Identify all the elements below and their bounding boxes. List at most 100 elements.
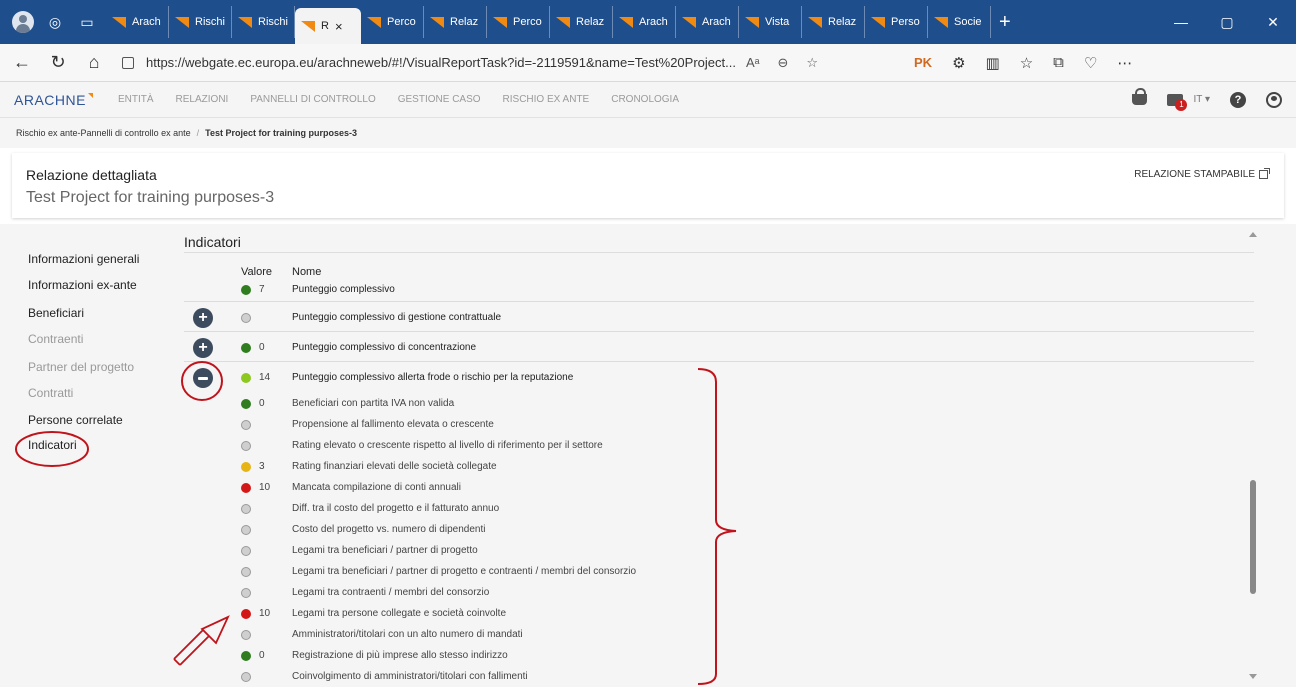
back-button[interactable]: ←: [8, 49, 36, 77]
language-select[interactable]: IT ▾: [1193, 94, 1210, 105]
browser-tab[interactable]: Arach: [613, 6, 676, 38]
indicator-row: 10 Legami tra persone collegate e società…: [172, 604, 1268, 624]
browser-profile-icon[interactable]: [12, 11, 34, 33]
new-tab-button[interactable]: +: [999, 11, 1011, 34]
browser-tab[interactable]: R ×: [295, 8, 361, 44]
scroll-down-icon[interactable]: [1249, 674, 1257, 679]
lock-icon: [122, 56, 134, 69]
extension-pk-icon[interactable]: PK: [914, 55, 932, 70]
indicators-panel: Indicatori Valore Nome 7 Punteggio comple…: [172, 224, 1268, 687]
health-icon[interactable]: ♡: [1084, 54, 1097, 72]
external-link-icon: [1259, 168, 1270, 179]
nav-item[interactable]: CRONOLOGIA: [611, 94, 679, 105]
browser-tab-label: Relaz: [828, 16, 857, 28]
indicator-name: Legami tra beneficiari / partner di prog…: [292, 566, 637, 577]
browser-tab[interactable]: Relaz: [424, 6, 487, 38]
arachne-favicon-icon: [301, 20, 315, 32]
nav-item[interactable]: ENTITÀ: [118, 94, 154, 105]
indicator-row[interactable]: 14 Punteggio complessivo allerta frode o …: [172, 364, 1268, 392]
collections-icon[interactable]: ⧉: [1053, 54, 1064, 71]
browser-tabs: Arach Rischi Rischi R × Perco Relaz Perco Relaz A…: [106, 0, 991, 44]
nav-item[interactable]: GESTIONE CASO: [398, 94, 481, 105]
browser-tab[interactable]: Rischi: [232, 6, 295, 38]
indicator-row: Propensione al fallimento elevata o cres…: [172, 415, 1268, 435]
nav-item[interactable]: RELAZIONI: [176, 94, 229, 105]
section-title: Indicatori: [184, 234, 241, 250]
browser-tab[interactable]: Perco: [361, 6, 424, 38]
tab-close-icon[interactable]: ×: [335, 19, 343, 34]
browser-tab[interactable]: Socie: [928, 6, 991, 38]
status-dot-icon: [241, 313, 251, 323]
expand-plus-icon[interactable]: +: [193, 338, 213, 358]
browser-tab-label: Relaz: [450, 16, 479, 28]
collapse-minus-icon[interactable]: [193, 368, 213, 388]
status-dot-icon: [241, 672, 251, 682]
browser-tab[interactable]: Rischi: [169, 6, 232, 38]
restore-button[interactable]: ▢: [1204, 14, 1250, 31]
home-button[interactable]: ⌂: [80, 49, 108, 77]
indicator-row[interactable]: + Punteggio complessivo di gestione contr…: [172, 304, 1268, 332]
tab-actions-icon[interactable]: ▭: [76, 11, 98, 33]
project-name: Test Project for training purposes-3: [26, 189, 275, 206]
user-icon[interactable]: [1266, 91, 1282, 108]
workspaces-icon[interactable]: ◎: [44, 11, 66, 33]
read-aloud-icon[interactable]: Aᵃ: [746, 55, 760, 71]
browser-tab[interactable]: Perso: [865, 6, 928, 38]
printable-report-link[interactable]: RELAZIONE STAMPABILE: [1134, 168, 1270, 180]
browser-tab[interactable]: Relaz: [802, 6, 865, 38]
sidebar-item[interactable]: Indicatori: [28, 438, 77, 452]
browser-tab[interactable]: Vista: [739, 6, 802, 38]
status-dot-icon: [241, 651, 251, 661]
indicator-row: 0 Beneficiari con partita IVA non valida: [172, 394, 1268, 414]
favorite-star-icon[interactable]: ☆: [806, 55, 818, 71]
indicator-row[interactable]: +0 Punteggio complessivo di concentrazion…: [172, 334, 1268, 362]
basket-icon[interactable]: [1132, 88, 1148, 105]
indicator-value: 10: [259, 608, 271, 619]
indicator-row: 3 Rating finanziari elevati delle società…: [172, 457, 1268, 477]
browser-tab[interactable]: Arach: [106, 6, 169, 38]
sidebar-item[interactable]: Beneficiari: [28, 306, 84, 320]
favorites-icon[interactable]: ☆: [1020, 54, 1033, 72]
status-dot-icon: [241, 609, 251, 619]
browser-tab[interactable]: Perco: [487, 6, 550, 38]
section-divider: [184, 252, 1254, 253]
expand-plus-icon[interactable]: +: [193, 308, 213, 328]
url-text: https://webgate.ec.europa.eu/arachneweb/…: [146, 55, 736, 70]
indicator-row[interactable]: 7 Punteggio complessivo: [172, 282, 1268, 302]
minimize-button[interactable]: —: [1158, 14, 1204, 31]
browser-tab-label: Socie: [954, 16, 982, 28]
refresh-button[interactable]: ↻: [44, 49, 72, 77]
sidebar-item[interactable]: Persone correlate: [28, 413, 123, 427]
indicator-name: Punteggio complessivo: [292, 284, 395, 295]
indicator-name: Propensione al fallimento elevata o cres…: [292, 419, 494, 430]
sidebar-item[interactable]: Informazioni ex-ante: [28, 278, 137, 292]
vertical-scrollbar[interactable]: [1246, 224, 1260, 687]
split-screen-icon[interactable]: ▥: [986, 54, 1000, 72]
extensions-icon[interactable]: ⚙: [952, 54, 965, 72]
printable-report-label: RELAZIONE STAMPABILE: [1134, 169, 1255, 180]
status-dot-icon: [241, 504, 251, 514]
scrollbar-thumb[interactable]: [1250, 480, 1256, 594]
report-header: Relazione dettagliata Test Project for t…: [12, 153, 1284, 218]
nav-item[interactable]: RISCHIO EX ANTE: [503, 94, 590, 105]
report-sidebar: Informazioni generali Informazioni ex-ant…: [14, 224, 174, 687]
indicator-name: Punteggio complessivo allerta frode o ri…: [292, 372, 574, 383]
address-bar: ← ↻ ⌂ https://webgate.ec.europa.eu/arach…: [0, 44, 1296, 82]
notifications-icon[interactable]: 1: [1167, 93, 1188, 111]
more-menu-icon[interactable]: ⋯: [1117, 54, 1132, 72]
browser-tab[interactable]: Relaz: [550, 6, 613, 38]
close-window-button[interactable]: ✕: [1250, 14, 1296, 31]
help-icon[interactable]: ?: [1230, 91, 1246, 108]
main-nav: ENTITÀ RELAZIONI PANNELLI DI CONTROLLO GEST…: [118, 94, 679, 105]
indicator-row: Costo del progetto vs. numero di dipende…: [172, 520, 1268, 540]
zoom-icon[interactable]: ⊖: [777, 55, 788, 71]
sidebar-item[interactable]: Informazioni generali: [28, 252, 139, 266]
indicator-name: Punteggio complessivo di concentrazione: [292, 342, 476, 353]
breadcrumb-parent[interactable]: Rischio ex ante-Pannelli di controllo ex…: [16, 128, 191, 138]
browser-tab[interactable]: Arach: [676, 6, 739, 38]
url-field[interactable]: https://webgate.ec.europa.eu/arachneweb/…: [122, 49, 892, 77]
scroll-up-icon[interactable]: [1249, 232, 1257, 237]
nav-item[interactable]: PANNELLI DI CONTROLLO: [250, 94, 375, 105]
arachne-logo[interactable]: ARACHNE: [14, 92, 93, 108]
indicator-name: Coinvolgimento di amministratori/titolar…: [292, 671, 528, 682]
